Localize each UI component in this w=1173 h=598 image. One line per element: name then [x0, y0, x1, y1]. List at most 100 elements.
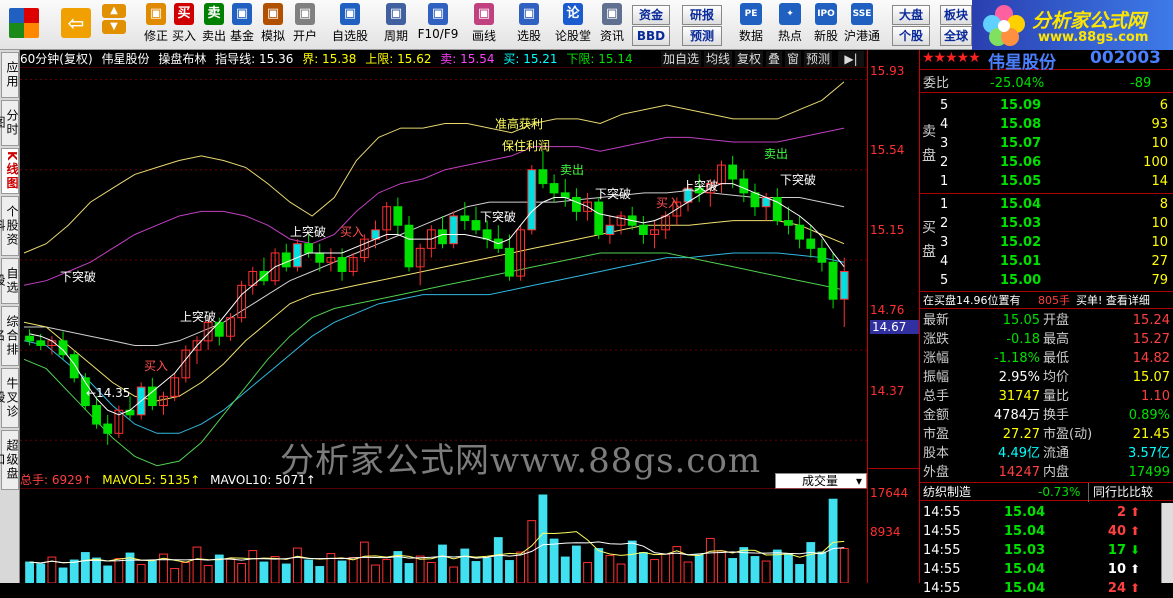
back-button[interactable]: ⇦ [56, 2, 96, 48]
side-tab-1[interactable]: 分时图 [0, 100, 19, 146]
toolbar-button-7[interactable]: ▣ 周期 [376, 2, 416, 48]
chart-annotation: 下突破 [780, 172, 816, 187]
toolbar-button-8[interactable]: ▣ F10/F9 [416, 2, 460, 48]
stat-label: 均价 [1043, 370, 1070, 385]
candle-body [393, 206, 403, 226]
forecast-chart-button[interactable]: 预测 [804, 51, 833, 67]
hammer-icon: ▣ [263, 3, 283, 25]
stat-value: 15.24 [1132, 313, 1170, 328]
add-favorite-button[interactable]: 加自选 [661, 51, 702, 67]
toolbar-icon-button-1[interactable]: ✦ 热点 [772, 2, 808, 48]
arrow-up-icon: ▲ [102, 4, 126, 18]
logo-url: www.88gs.com [1038, 30, 1149, 45]
stat-label: 开盘 [1043, 313, 1070, 328]
toolbar-button-11[interactable]: 论论股堂 [552, 2, 594, 48]
side-tab-7[interactable]: 超级盘口 [0, 430, 19, 490]
toolbar-button-12[interactable]: ▣ 资讯 [594, 2, 630, 48]
stat-value: 4.49亿 [998, 446, 1040, 461]
candle-body [337, 257, 347, 272]
toolbar-button-3[interactable]: ▣ 基金 [228, 2, 256, 48]
overlay-button[interactable]: 叠 [766, 51, 783, 67]
period-label: 60分钟(复权) [20, 52, 93, 66]
side-tab-2[interactable]: K线图 [1, 148, 19, 194]
volume-bar [337, 560, 347, 583]
stat-row: 振幅 2.95% 均价 15.07 [920, 368, 1173, 387]
toolbar-button-9[interactable]: ▣ 画线 [462, 2, 506, 48]
stat-value: 15.27 [1132, 332, 1170, 347]
stat-label: 振幅 [923, 370, 950, 385]
tick-row: 14:55 15.04 40 ⬆ [920, 522, 1173, 541]
moving-average-button[interactable]: 均线 [704, 51, 733, 67]
bids-row: 2 15.03 10 [920, 214, 1173, 233]
side-tab-6[interactable]: 牛叉诊股 [0, 368, 19, 428]
app-logo [4, 2, 44, 48]
bids-row: 4 15.01 27 [920, 252, 1173, 271]
order-alert-text: 在买盘14.96位置有 [923, 294, 1021, 307]
bbd-button[interactable]: BBD [632, 26, 670, 46]
asks-row: 2 15.06 100 [920, 153, 1173, 172]
forecast-button[interactable]: 预测 [682, 26, 722, 46]
toolbar-button-10[interactable]: ▣ 选股 [508, 2, 550, 48]
toolbar-icon-button-0[interactable]: PE 数据 [733, 2, 769, 48]
order-alert-row[interactable]: 在买盘14.96位置有 805手 买单! 查看详细 [920, 291, 1173, 309]
side-tab-3[interactable]: 个股资料 [0, 196, 19, 256]
volume-bar [114, 558, 124, 583]
global-button[interactable]: 全球 [940, 26, 972, 46]
window-button[interactable]: 窗 [785, 51, 802, 67]
level-number: 4 [940, 254, 949, 269]
toolbar-button-5[interactable]: ▣ 开户 [290, 2, 320, 48]
toolbar-button-1[interactable]: 买买入 [170, 2, 198, 48]
candle-body [505, 247, 514, 277]
peer-compare-button[interactable]: 同行比比较 [1088, 483, 1153, 502]
candle-body [817, 247, 827, 263]
candle-body [293, 243, 302, 268]
volume-bar [784, 553, 793, 583]
toolbar-icon-button-3[interactable]: SSE 沪港通 [844, 2, 880, 48]
weicha-value: -89 [1130, 76, 1152, 91]
axis-divider [868, 468, 920, 469]
toolbar-button-label: 论股堂 [554, 29, 591, 43]
volume-bar [728, 558, 738, 583]
toolbar-button-6[interactable]: ▣ 自选股 [330, 2, 370, 48]
candle-body [304, 243, 313, 254]
side-tab-4[interactable]: 自选股 [0, 258, 19, 304]
volume-bar [281, 563, 291, 583]
volume-tick: 8934 [870, 525, 901, 539]
tick-time: 14:55 [923, 543, 961, 558]
glyph-icon-1: 买 [174, 3, 194, 25]
volume-bar [605, 555, 615, 583]
ma-line [29, 183, 845, 416]
side-tab-0[interactable]: 应用 [1, 52, 19, 98]
up-down-arrows[interactable]: ▲ ▼ [100, 2, 128, 48]
toolbar-button-2[interactable]: 卖卖出 [200, 2, 228, 48]
toolbar-icon-button-2[interactable]: IPO 新股 [808, 2, 844, 48]
glyph-icon-11: 论 [563, 3, 583, 25]
adjust-button[interactable]: 复权 [735, 51, 764, 67]
volume-chart[interactable] [20, 488, 867, 583]
mavol5-line [29, 531, 845, 564]
toolbar-button-label: 卖出 [201, 29, 226, 43]
toolbar-button-4[interactable]: ▣ 模拟 [258, 2, 288, 48]
order-alert-link[interactable]: 买单! 查看详细 [1076, 292, 1150, 309]
side-tab-5[interactable]: 综合排名 [0, 306, 19, 366]
research-button[interactable]: 研报 [682, 5, 722, 25]
expand-panel-icon[interactable]: ▶| [838, 51, 864, 67]
tick-scrollbar[interactable] [1161, 503, 1173, 583]
tick-time: 14:55 [923, 524, 961, 539]
fund-flow-button[interactable]: 资金 [632, 5, 670, 25]
candle-body [605, 224, 615, 235]
stat-value: 21.45 [1132, 427, 1170, 442]
candle-body [527, 169, 537, 231]
industry-name[interactable]: 纺织制造 [923, 483, 971, 502]
level-price: 15.00 [1000, 273, 1042, 288]
volume-bar [549, 538, 559, 583]
sector-dropdown[interactable]: 板块 [940, 5, 972, 25]
band-lower [23, 220, 845, 402]
toolbar-button-0[interactable]: ▣ 修正 [142, 2, 170, 48]
volume-bar [92, 557, 101, 583]
market-dropdown[interactable]: 大盘 [892, 5, 930, 25]
kline-chart[interactable]: 准高获利保住利润卖出卖出买入买入买入上突破上突破上突破下突破下突破下突破下突破←… [20, 68, 867, 468]
stock-button[interactable]: 个股 [892, 26, 930, 46]
indicator-select[interactable]: 成交量 ▾ [775, 473, 867, 489]
candle-body [839, 270, 849, 300]
